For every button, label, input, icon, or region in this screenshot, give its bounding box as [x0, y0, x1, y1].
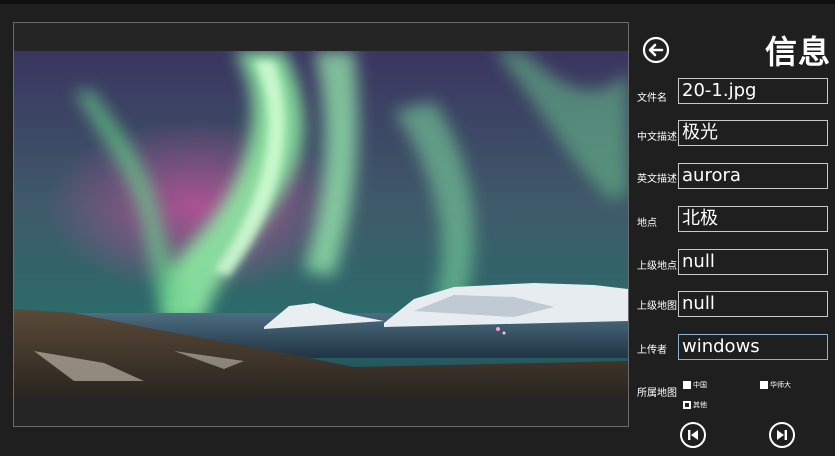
- checkbox-box: [760, 381, 768, 389]
- location-field[interactable]: 北极: [678, 206, 828, 232]
- checkbox-label: 其他: [693, 401, 707, 409]
- checkbox-ecnu[interactable]: 华师大: [760, 380, 791, 390]
- photo-aurora: [14, 51, 628, 397]
- skip-next-icon: [769, 422, 795, 448]
- parent-map-field[interactable]: null: [678, 291, 828, 317]
- checkbox-label: 中国: [693, 381, 707, 389]
- checkbox-other[interactable]: 其他: [683, 400, 707, 410]
- checkbox-box: [683, 381, 691, 389]
- label-chinese-description: 中文描述: [637, 132, 677, 143]
- top-strip: [0, 0, 835, 4]
- previous-button[interactable]: [679, 421, 707, 449]
- label-maps: 所属地图: [637, 388, 677, 399]
- label-filename: 文件名: [637, 93, 667, 104]
- back-arrow-icon: [642, 36, 670, 64]
- parent-location-field[interactable]: null: [678, 249, 828, 275]
- checkbox-box: [683, 401, 691, 409]
- chinese-description-field[interactable]: 极光: [678, 120, 828, 146]
- next-button[interactable]: [768, 421, 796, 449]
- back-button[interactable]: [642, 36, 670, 64]
- label-parent-map: 上级地图: [637, 301, 677, 312]
- image-viewer: [13, 22, 629, 427]
- uploader-field[interactable]: windows: [678, 334, 828, 360]
- english-description-field[interactable]: aurora: [678, 163, 828, 189]
- checkbox-label: 华师大: [770, 381, 791, 389]
- page-title: 信息: [765, 33, 832, 71]
- skip-previous-icon: [680, 422, 706, 448]
- checkbox-china[interactable]: 中国: [683, 380, 707, 390]
- label-location: 地点: [637, 218, 657, 229]
- label-parent-location: 上级地点: [637, 261, 677, 272]
- label-english-description: 英文描述: [637, 174, 677, 185]
- label-uploader: 上传者: [637, 345, 667, 356]
- filename-field[interactable]: 20-1.jpg: [678, 78, 828, 104]
